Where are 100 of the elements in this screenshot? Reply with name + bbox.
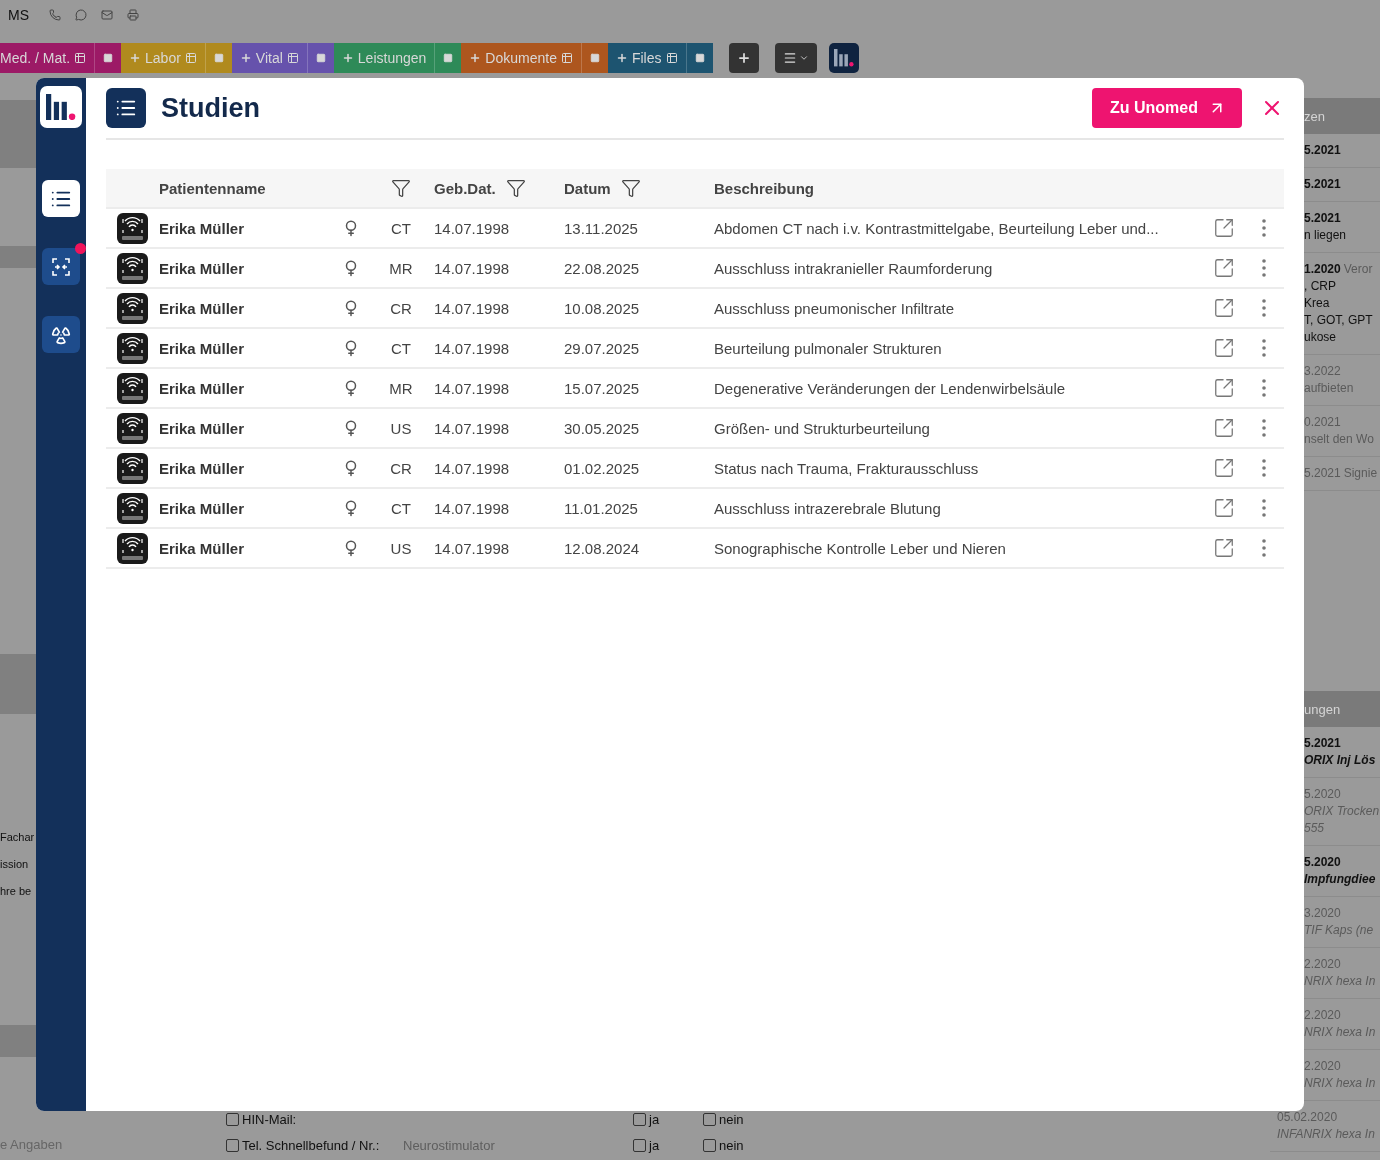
birthdate-cell-text: 14.07.1998 (434, 299, 511, 317)
open-external-button[interactable] (1213, 417, 1235, 439)
external-link-icon (1213, 417, 1235, 439)
caret-icon (798, 53, 809, 63)
birthdate-cell-text: 14.07.1998 (434, 419, 511, 437)
patient-name: Erika Müller (159, 379, 246, 397)
plus-icon (469, 52, 482, 64)
mail-icon[interactable] (101, 9, 113, 21)
dicom-icon (117, 252, 148, 284)
dicom-icon (117, 452, 148, 484)
open-external-button[interactable] (1213, 377, 1235, 399)
more-button[interactable] (1262, 539, 1266, 557)
patient-name: Erika Müller (159, 219, 246, 237)
open-external-button[interactable] (1213, 457, 1235, 479)
more-button[interactable] (1262, 219, 1266, 237)
more-icon (1262, 459, 1266, 477)
more-button[interactable] (1262, 499, 1266, 517)
tab-label: Files (631, 50, 662, 66)
sidebar-button[interactable] (42, 316, 80, 353)
tab-label: Vital (255, 50, 283, 66)
square-icon (315, 53, 326, 63)
tab-label: Leistungen (357, 50, 427, 66)
module-tab[interactable]: Files (607, 43, 713, 73)
modality-cell-text: MR (388, 379, 414, 397)
modality-cell-text: MR (388, 259, 414, 277)
table-icon (74, 52, 87, 64)
more-icon (1262, 299, 1266, 317)
dicom-icon (117, 212, 148, 244)
open-external-button[interactable] (1213, 257, 1235, 279)
open-external-button[interactable] (1213, 497, 1235, 519)
printer-icon[interactable] (127, 9, 139, 21)
chat-icon[interactable] (75, 9, 87, 21)
description-cell-text: Beurteilung pulmonaler Strukturen (714, 339, 943, 357)
column-header[interactable]: Patientenname (159, 179, 334, 197)
filter-icon[interactable] (620, 178, 641, 198)
column-header[interactable]: Datum (564, 178, 714, 198)
patient-name: Erika Müller (159, 499, 246, 517)
form-checkbox[interactable]: Tel. Schnellbefund / Nr.: (226, 1137, 403, 1153)
add-button[interactable] (728, 43, 759, 73)
sidebar-button[interactable] (42, 180, 80, 217)
date-cell-text: 15.07.2025 (564, 379, 641, 397)
date-cell-text: 13.11.2025 (564, 219, 639, 237)
open-external-button[interactable] (1213, 217, 1235, 239)
date-cell-text: 11.01.2025 (564, 499, 639, 517)
column-header[interactable]: Geb.Dat. (434, 178, 564, 198)
dicom-icon (117, 412, 148, 444)
description-cell-text: Ausschluss pneumonischer Infiltrate (714, 299, 956, 317)
more-button[interactable] (1262, 459, 1266, 477)
more-icon (1262, 219, 1266, 237)
logo-button[interactable] (828, 43, 859, 73)
filter-icon[interactable] (505, 178, 526, 198)
modality-cell-text: US (389, 419, 413, 437)
option-checkbox[interactable]: nein (703, 1111, 773, 1127)
more-button[interactable] (1262, 379, 1266, 397)
open-external-button[interactable] (1213, 537, 1235, 559)
sidebar-button[interactable] (42, 248, 80, 285)
more-button[interactable] (1262, 339, 1266, 357)
external-link-icon (1213, 217, 1235, 239)
form-checkbox[interactable]: HIN-Mail: (226, 1111, 403, 1127)
filter-icon[interactable] (391, 178, 411, 198)
more-icon (1262, 419, 1266, 437)
date-cell-text: 10.08.2025 (564, 299, 641, 317)
modality-cell-text: CT (390, 339, 412, 357)
option-checkbox[interactable]: ja (633, 1111, 703, 1127)
more-button[interactable] (1262, 419, 1266, 437)
phone-icon[interactable] (49, 9, 61, 21)
birthdate-cell-text: 14.07.1998 (434, 259, 511, 277)
scan-icon (51, 256, 71, 277)
date-cell-text: 01.02.2025 (564, 459, 641, 477)
module-tab[interactable]: Med. / Mat. (0, 43, 122, 73)
table-icon (560, 52, 573, 64)
option-checkbox[interactable]: ja (633, 1137, 703, 1153)
column-header[interactable]: Beschreibung (714, 179, 1204, 197)
dicom-icon (117, 372, 148, 404)
user-initials: MS (8, 7, 29, 23)
more-button[interactable] (1262, 299, 1266, 317)
form-note: Neurostimulator (403, 1137, 496, 1153)
open-external-button[interactable] (1213, 337, 1235, 359)
module-tab[interactable]: Vital (231, 43, 334, 73)
external-link-icon (1213, 377, 1235, 399)
text-fragment: hre be (0, 884, 33, 899)
plus-icon (129, 52, 142, 64)
module-tab[interactable]: Dokumente (461, 43, 608, 73)
patient-name: Erika Müller (159, 459, 246, 477)
open-unomed-button[interactable]: Zu Unomed (1092, 88, 1242, 128)
menu-icon (782, 51, 797, 65)
square-icon (694, 53, 705, 63)
option-checkbox[interactable]: nein (703, 1137, 773, 1153)
menu-button[interactable] (774, 43, 817, 73)
description-cell-text: Degenerative Veränderungen der Lendenwirbelsäule (714, 379, 1067, 397)
open-external-button[interactable] (1213, 297, 1235, 319)
description-cell-text: Größen- und Strukturbeurteilung (714, 419, 931, 437)
tab-label: Med. / Mat. (0, 50, 71, 66)
square-icon (589, 53, 600, 63)
tab-label: Dokumente (485, 50, 557, 66)
patient-name: Erika Müller (159, 539, 246, 557)
description-cell-text: Ausschluss intrazerebrale Blutung (714, 499, 942, 517)
modality-cell-text: CR (389, 299, 413, 317)
logo-icon (46, 93, 76, 121)
more-button[interactable] (1262, 259, 1266, 277)
